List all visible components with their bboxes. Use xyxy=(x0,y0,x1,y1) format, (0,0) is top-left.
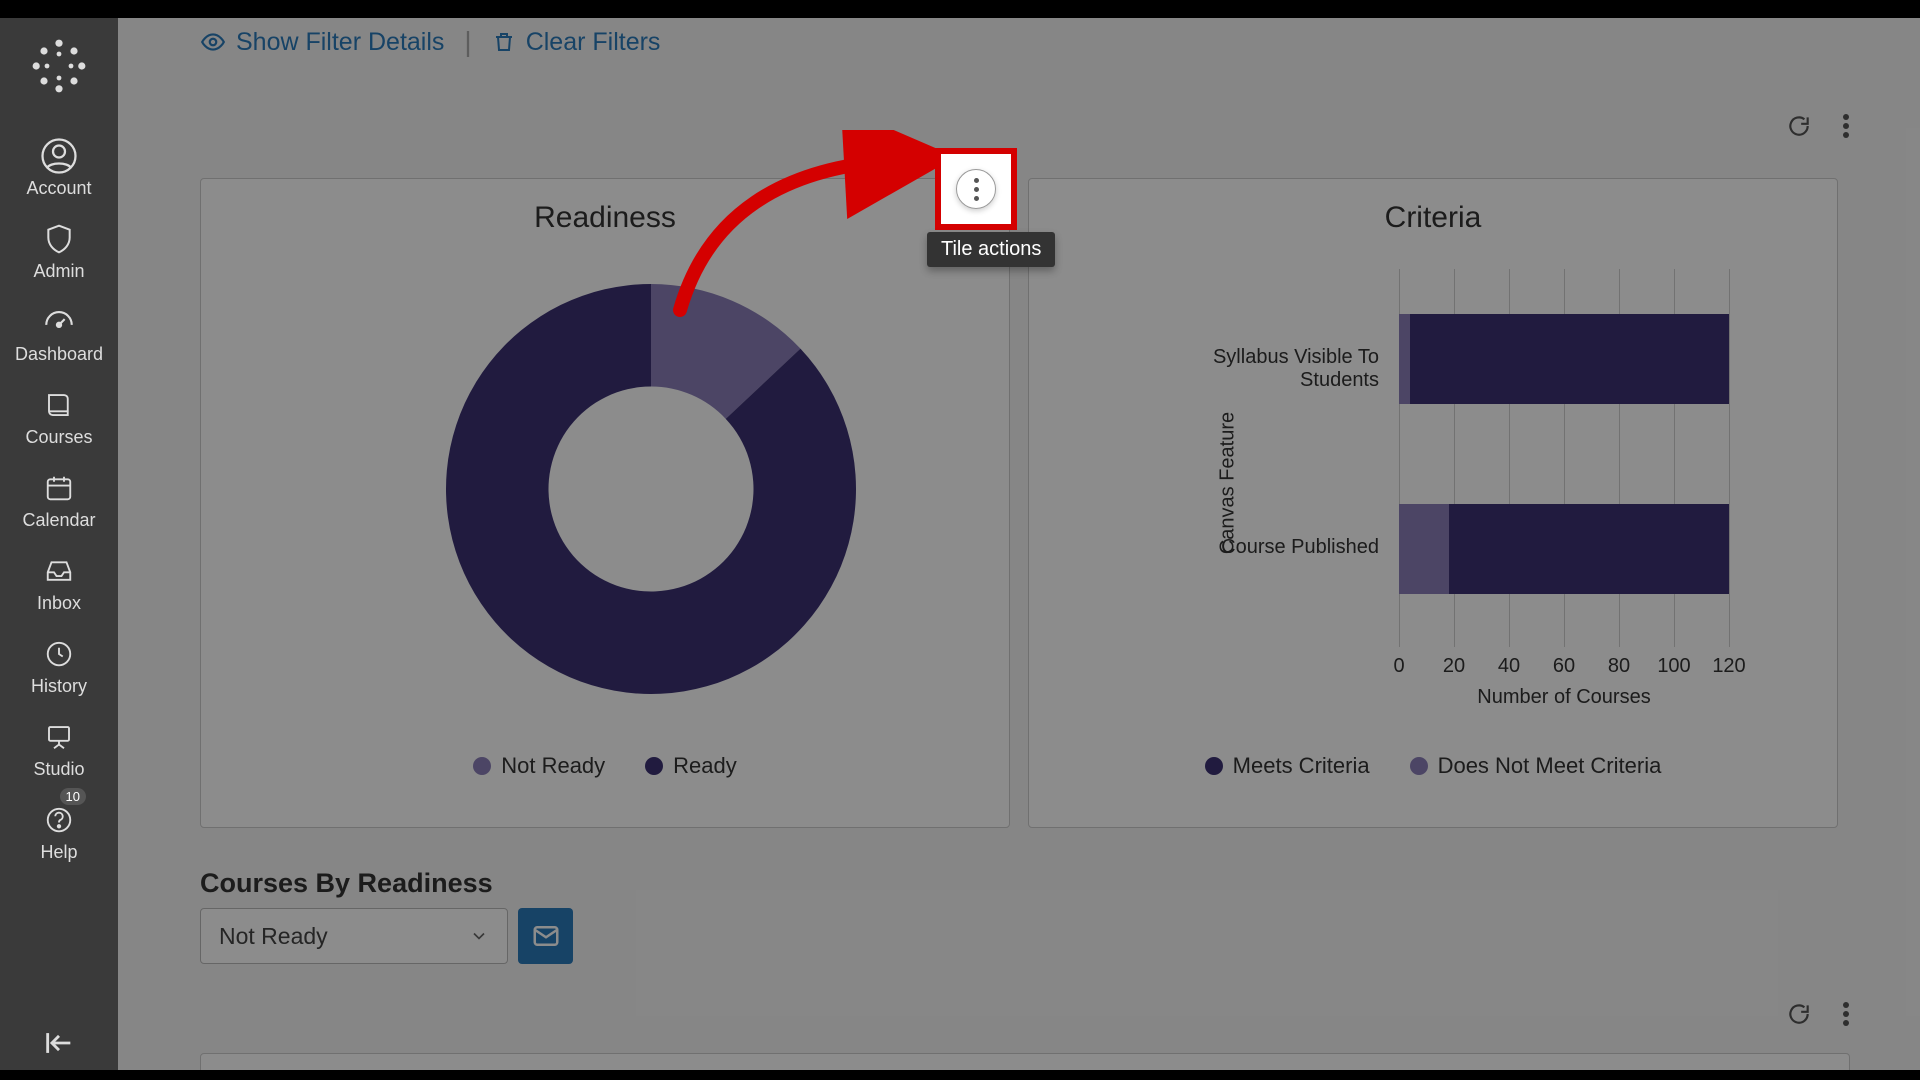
legend-label: Meets Criteria xyxy=(1233,753,1370,779)
x-tick-label: 40 xyxy=(1498,655,1520,678)
eye-icon xyxy=(200,29,226,55)
courses-by-readiness-heading: Courses By Readiness xyxy=(200,868,493,899)
kebab-menu-button[interactable] xyxy=(1842,1001,1850,1027)
x-axis-title: Number of Courses xyxy=(1399,686,1729,709)
x-tick-label: 0 xyxy=(1393,655,1404,678)
nav-label: Account xyxy=(26,178,91,199)
refresh-button[interactable] xyxy=(1786,113,1812,139)
nav-label: Studio xyxy=(33,759,84,780)
dashboard-actions-bottom xyxy=(1786,1001,1850,1027)
nav-admin[interactable]: Admin xyxy=(0,211,118,294)
criteria-title: Criteria xyxy=(1029,201,1837,235)
help-icon xyxy=(41,802,77,838)
dashboard-actions-top xyxy=(1786,113,1850,139)
y-axis-title: Canvas Feature xyxy=(1217,412,1240,554)
criteria-tile: Criteria Canvas Feature 020406080100120 … xyxy=(1028,178,1838,828)
legend-not-ready[interactable]: Not Ready xyxy=(473,753,605,779)
x-tick-label: 20 xyxy=(1443,655,1465,678)
calendar-icon xyxy=(41,470,77,506)
nav-label: Inbox xyxy=(37,593,81,614)
clear-filters-link[interactable]: Clear Filters xyxy=(492,28,661,57)
bar-segment[interactable] xyxy=(1399,314,1410,404)
clear-filters-label: Clear Filters xyxy=(526,28,661,57)
inbox-icon xyxy=(41,553,77,589)
send-message-button[interactable] xyxy=(518,908,573,964)
nav-label: History xyxy=(31,676,87,697)
legend-ready[interactable]: Ready xyxy=(645,753,737,779)
readiness-legend: Not Ready Ready xyxy=(201,753,1009,779)
readiness-donut-chart xyxy=(446,284,856,694)
criteria-legend: Meets Criteria Does Not Meet Criteria xyxy=(1029,753,1837,779)
nav-history[interactable]: History xyxy=(0,626,118,709)
swatch-icon xyxy=(645,757,663,775)
nav-account[interactable]: Account xyxy=(0,128,118,211)
tile-actions-tooltip: Tile actions xyxy=(927,232,1055,267)
nav-help[interactable]: 10 Help xyxy=(0,792,118,875)
refresh-button[interactable] xyxy=(1786,1001,1812,1027)
nav-inbox[interactable]: Inbox xyxy=(0,543,118,626)
letterbox-bottom xyxy=(0,1070,1920,1080)
dropdown-selected: Not Ready xyxy=(219,923,328,950)
clock-icon xyxy=(41,636,77,672)
user-circle-icon xyxy=(41,138,77,174)
filter-bar: Show Filter Details | Clear Filters xyxy=(200,18,660,58)
separator: | xyxy=(464,26,471,58)
swatch-icon xyxy=(1205,757,1223,775)
legend-meets[interactable]: Meets Criteria xyxy=(1205,753,1370,779)
swatch-icon xyxy=(1410,757,1428,775)
annotation-arrow xyxy=(640,130,960,330)
legend-label: Does Not Meet Criteria xyxy=(1438,753,1662,779)
main-content: Show Filter Details | Clear Filters Read… xyxy=(118,18,1920,1070)
nav-calendar[interactable]: Calendar xyxy=(0,460,118,543)
criteria-bar-chart: Canvas Feature 020406080100120 Number of… xyxy=(1139,269,1777,697)
bar-category-label: Syllabus Visible To Students xyxy=(1139,346,1379,392)
book-icon xyxy=(41,387,77,423)
gauge-icon xyxy=(41,304,77,340)
collapse-sidebar-button[interactable] xyxy=(0,1026,118,1060)
show-filter-label: Show Filter Details xyxy=(236,28,444,57)
nav-label: Dashboard xyxy=(15,344,103,365)
readiness-filter-dropdown[interactable]: Not Ready xyxy=(200,908,508,964)
nav-studio[interactable]: Studio xyxy=(0,709,118,792)
tile-actions-button[interactable] xyxy=(956,169,996,209)
nav-label: Admin xyxy=(33,261,84,282)
bar-segment[interactable] xyxy=(1410,314,1729,404)
nav-label: Courses xyxy=(25,427,92,448)
app-logo[interactable] xyxy=(25,32,93,100)
chevron-down-icon xyxy=(469,926,489,946)
nav-label: Calendar xyxy=(22,510,95,531)
x-tick-label: 80 xyxy=(1608,655,1630,678)
global-nav-sidebar: Account Admin Dashboard Courses xyxy=(0,0,118,1080)
swatch-icon xyxy=(473,757,491,775)
trash-icon xyxy=(492,30,516,54)
legend-label: Ready xyxy=(673,753,737,779)
legend-not-meets[interactable]: Does Not Meet Criteria xyxy=(1410,753,1662,779)
nav-courses[interactable]: Courses xyxy=(0,377,118,460)
legend-label: Not Ready xyxy=(501,753,605,779)
x-tick-label: 120 xyxy=(1712,655,1745,678)
bar-category-label: Course Published xyxy=(1139,536,1379,559)
show-filter-details-link[interactable]: Show Filter Details xyxy=(200,28,444,57)
nav-dashboard[interactable]: Dashboard xyxy=(0,294,118,377)
bar-segment[interactable] xyxy=(1449,504,1730,594)
help-badge: 10 xyxy=(60,788,86,805)
kebab-menu-button[interactable] xyxy=(1842,113,1850,139)
letterbox-top xyxy=(0,0,1920,18)
shield-icon xyxy=(41,221,77,257)
presentation-icon xyxy=(41,719,77,755)
x-tick-label: 100 xyxy=(1657,655,1690,678)
nav-label: Help xyxy=(40,842,77,863)
envelope-icon xyxy=(531,921,561,951)
tile-actions-highlight xyxy=(935,148,1017,230)
x-tick-label: 60 xyxy=(1553,655,1575,678)
bar-segment[interactable] xyxy=(1399,504,1449,594)
